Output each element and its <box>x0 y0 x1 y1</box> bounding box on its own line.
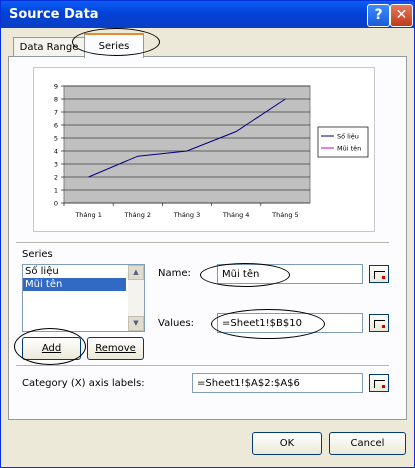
category-collapse-dialog-icon[interactable] <box>369 374 389 392</box>
x-tick-label: Tháng 1 <box>74 211 102 219</box>
x-tick-label: Tháng 4 <box>222 211 250 219</box>
y-tick-label: 4 <box>54 148 58 156</box>
help-button[interactable]: ? <box>367 4 390 27</box>
y-tick-label: 5 <box>54 135 58 143</box>
name-label: Name: <box>158 268 191 279</box>
series-list-scrollbar[interactable]: ▲ ▼ <box>128 265 144 331</box>
y-tick-label: 0 <box>54 200 58 208</box>
chart-svg: 0 1 2 3 4 5 6 7 8 9 Tháng 1 Tháng 2 Tháng 3 Tháng 4 Th… <box>54 83 369 219</box>
legend-entry: Số liệu <box>337 133 359 141</box>
remove-button[interactable]: Remove <box>87 337 144 360</box>
x-tick-label: Tháng 2 <box>124 211 152 219</box>
values-label: Values: <box>158 318 195 329</box>
name-field[interactable]: Mũi tên <box>217 264 363 284</box>
category-axis-label: Category (X) axis labels: <box>22 378 145 389</box>
name-collapse-dialog-icon[interactable] <box>369 265 389 283</box>
x-tick-label: Tháng 3 <box>173 211 201 219</box>
series-label: Series <box>22 249 53 260</box>
scroll-down-icon[interactable]: ▼ <box>128 316 144 331</box>
add-button[interactable]: Add <box>22 337 81 360</box>
series-listbox[interactable]: Số liệu Mũi tên ▲ ▼ <box>22 264 145 332</box>
separator-bottom <box>16 365 389 367</box>
title-bar: Source Data ? ✕ <box>1 1 414 28</box>
scroll-up-icon[interactable]: ▲ <box>128 265 144 280</box>
y-tick-label: 9 <box>54 83 58 91</box>
y-tick-label: 7 <box>54 109 58 117</box>
values-collapse-dialog-icon[interactable] <box>369 314 389 332</box>
y-tick-label: 3 <box>54 161 58 169</box>
close-button[interactable]: ✕ <box>390 4 413 27</box>
y-tick-label: 6 <box>54 122 58 130</box>
add-button-label: Add <box>41 343 62 354</box>
tab-series-highlight-ellipse <box>72 28 160 56</box>
legend-box <box>317 126 369 158</box>
legend-entry: Mũi tên <box>337 145 361 153</box>
series-list-item[interactable]: Số liệu <box>23 265 144 278</box>
x-tick-label: Tháng 5 <box>271 211 299 219</box>
y-tick-label: 8 <box>54 96 58 104</box>
y-tick-label: 2 <box>54 174 58 182</box>
remove-button-label: Remove <box>95 343 136 354</box>
dialog-title: Source Data <box>9 7 99 22</box>
series-list-item-selected[interactable]: Mũi tên <box>23 278 126 291</box>
chart-preview: 0 1 2 3 4 5 6 7 8 9 Tháng 1 Tháng 2 Tháng 3 Tháng 4 Th… <box>33 67 375 232</box>
plot-area <box>63 85 311 204</box>
ok-button[interactable]: OK <box>252 432 322 455</box>
separator-top <box>16 242 389 244</box>
values-field[interactable]: =Sheet1!$B$10 <box>217 313 363 333</box>
cancel-button[interactable]: Cancel <box>329 432 406 455</box>
category-axis-field[interactable]: =Sheet1!$A$2:$A$6 <box>192 373 363 393</box>
y-tick-label: 1 <box>54 187 58 195</box>
